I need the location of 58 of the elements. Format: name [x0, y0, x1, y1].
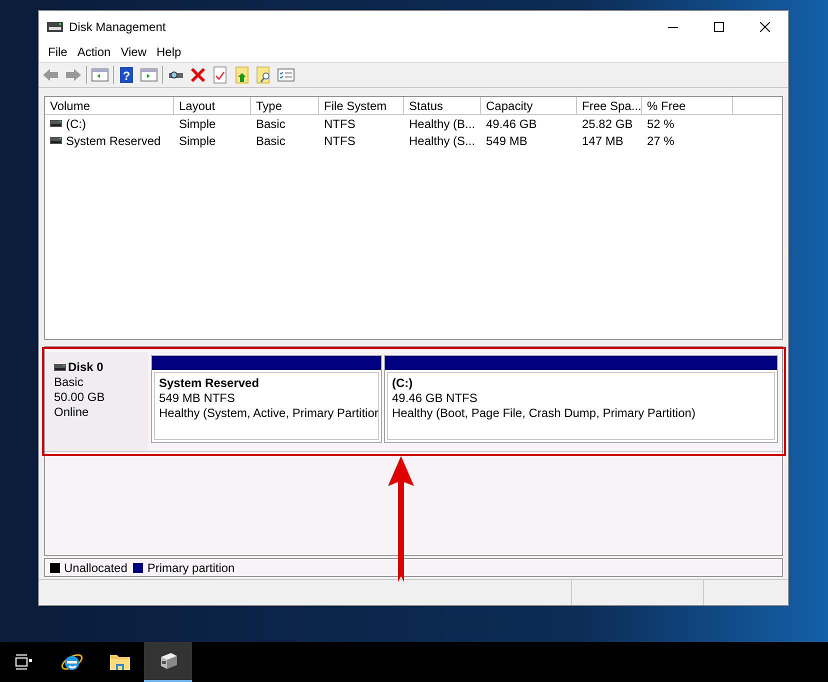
disk-size: 50.00 GB: [54, 390, 106, 406]
partition-size: 49.46 GB NTFS: [392, 391, 478, 406]
menu-item[interactable]: File: [43, 43, 72, 62]
menu-item[interactable]: Help: [152, 43, 186, 62]
column-header[interactable]: Status: [404, 97, 481, 114]
table-cell-text: Healthy (B...: [409, 116, 476, 133]
partition-block[interactable]: System Reserved 549 MB NTFS Healthy (System, Active, Primary Partitior: [151, 355, 382, 444]
table-cell-text: 549 MB: [486, 132, 528, 150]
menu-item[interactable]: Action: [72, 43, 116, 62]
column-header[interactable]: Type: [251, 97, 319, 114]
window-title: Disk Management: [69, 19, 166, 36]
checklist-icon[interactable]: [277, 66, 295, 84]
column-header[interactable]: Free Spa...: [577, 97, 642, 114]
table-cell-text: NTFS: [324, 116, 356, 133]
console-panel-icon[interactable]: [91, 66, 109, 84]
table-cell-text: 52 %: [647, 116, 674, 133]
maximize-icon: [714, 22, 724, 32]
partition-size: 549 MB NTFS: [159, 391, 236, 406]
partition-status: Healthy (Boot, Page File, Crash Dump, Primary Partition): [392, 406, 696, 422]
table-cell-text: Healthy (S...: [409, 132, 476, 150]
disk-status: Online: [54, 405, 90, 420]
task-view-icon[interactable]: [15, 654, 33, 670]
table-cell-text: 27 %: [647, 132, 674, 150]
table-cell-text: Simple: [179, 116, 216, 133]
column-header[interactable]: Capacity: [481, 97, 577, 114]
table-cell-text: Basic: [256, 116, 286, 133]
minimize-icon: [668, 26, 678, 28]
legend-label: Primary partition: [147, 560, 235, 577]
table-cell-text: NTFS: [324, 132, 356, 150]
table-cell-text: 25.82 GB: [582, 116, 633, 133]
table-cell-text: 49.46 GB: [486, 116, 537, 133]
partition-block[interactable]: (C:) 49.46 GB NTFS Healthy (Boot, Page File, Crash Dump, Primary Partition): [384, 355, 778, 444]
drive-icon: [50, 137, 62, 144]
legend-label: Unallocated: [64, 560, 128, 577]
disk-info-panel[interactable]: Disk 0 Basic 50.00 GB Online: [45, 352, 148, 452]
table-cell-text: System Reserved: [66, 132, 161, 150]
folder-icon[interactable]: [109, 652, 131, 672]
disk-type: Basic: [54, 375, 84, 390]
table-cell-text: Basic: [256, 132, 286, 150]
drive-icon: [50, 120, 62, 128]
partition-status: Healthy (System, Active, Primary Partitior: [159, 406, 378, 422]
help-icon[interactable]: ?: [118, 66, 136, 84]
table-cell-text: 147 MB: [582, 132, 624, 150]
partition-name: System Reserved: [159, 376, 260, 392]
table-cell-text: Simple: [179, 132, 216, 150]
column-header[interactable]: Layout: [174, 97, 251, 114]
disk-name: Disk 0: [68, 360, 104, 376]
table-cell-text: (C:): [66, 116, 86, 133]
menu-item[interactable]: View: [116, 43, 152, 62]
column-header[interactable]: % Free: [642, 97, 733, 114]
console-panel-icon[interactable]: [140, 66, 158, 84]
column-header[interactable]: File System: [319, 97, 404, 114]
taskbar-button[interactable]: [144, 642, 192, 682]
partition-name: (C:): [392, 376, 414, 392]
checked-page-icon[interactable]: [211, 66, 229, 84]
close-icon: [760, 22, 770, 32]
column-header[interactable]: Volume: [45, 97, 174, 114]
delete-icon[interactable]: [189, 66, 207, 84]
